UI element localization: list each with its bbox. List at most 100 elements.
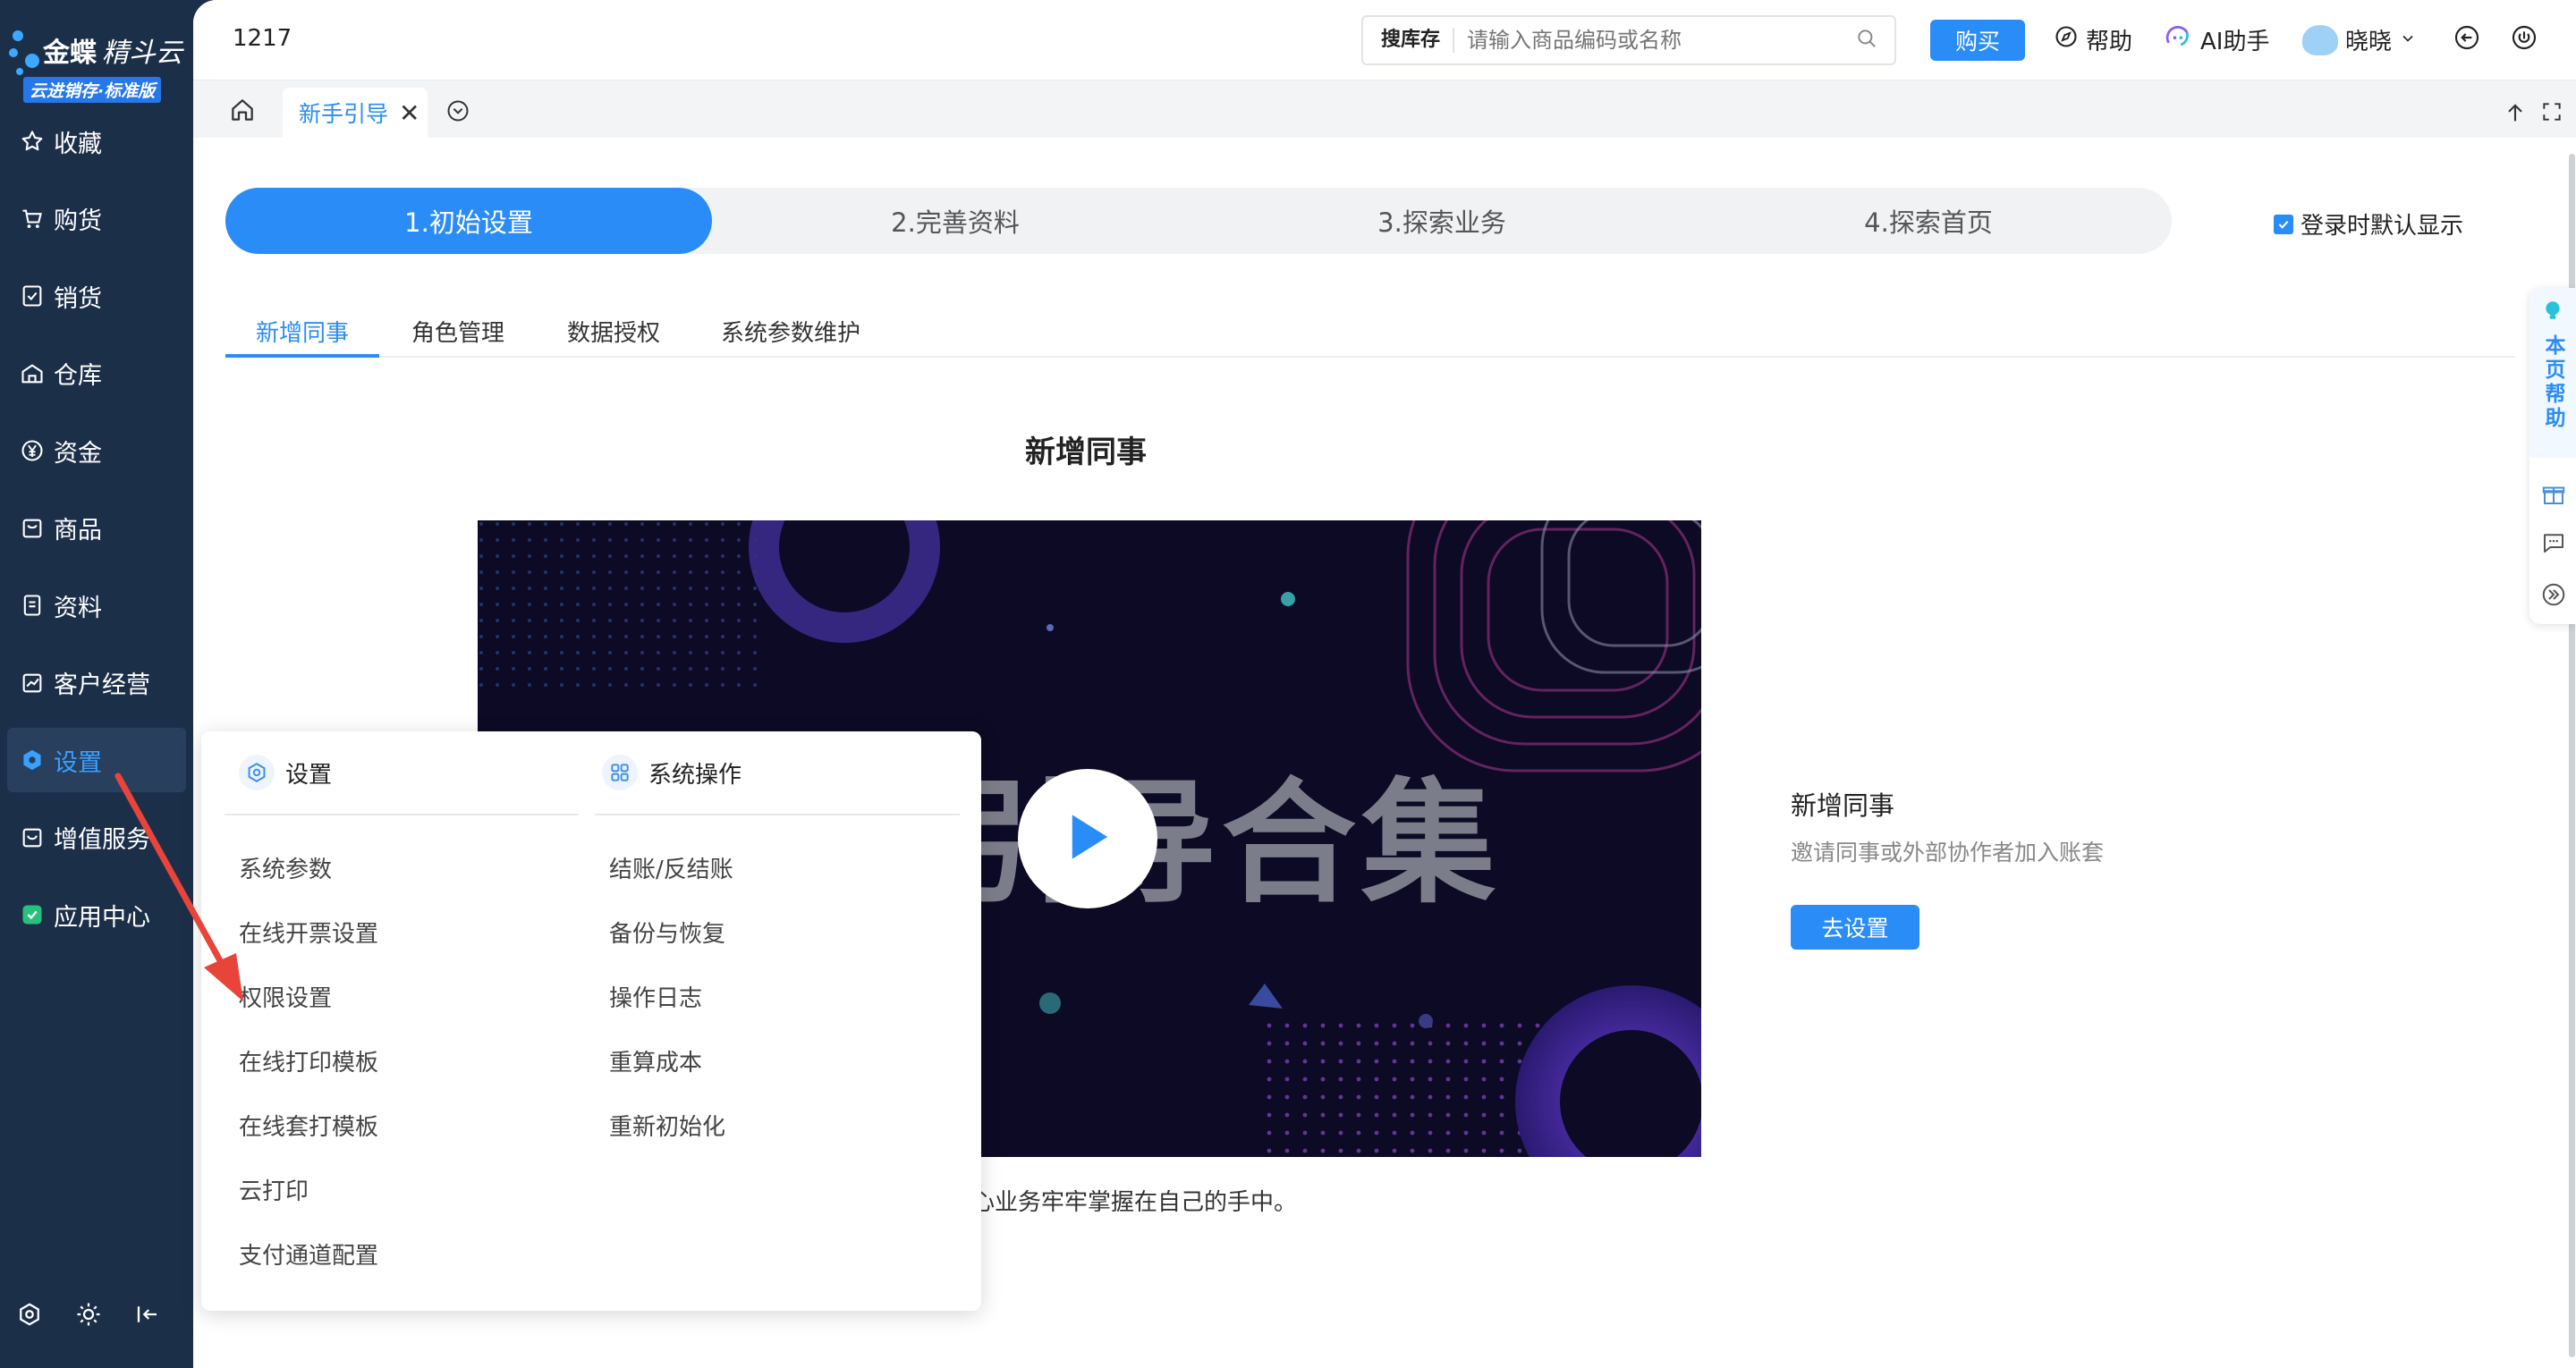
menu-item-cloud-print[interactable]: 云打印: [239, 1173, 309, 1206]
collapse-sidebar-icon[interactable]: [134, 1301, 161, 1331]
menu-item-system-params[interactable]: 系统参数: [239, 851, 332, 884]
menu-item-recalculate-cost[interactable]: 重算成本: [609, 1044, 702, 1077]
fullscreen-icon[interactable]: [2540, 100, 2563, 127]
sidebar-item-label: 资金: [54, 439, 102, 468]
menu-item-payment-channel[interactable]: 支付通道配置: [239, 1237, 378, 1271]
show-on-login-checkbox[interactable]: 登录时默认显示: [2274, 207, 2463, 241]
section-title: 新增同事: [1025, 435, 1147, 470]
play-icon: [1061, 808, 1114, 869]
message-icon[interactable]: [2540, 529, 2567, 560]
menu-item-permission-settings[interactable]: 权限设置: [239, 980, 332, 1013]
edition-badge: 云进销存·标准版: [23, 77, 162, 103]
step-explore-home[interactable]: 4.探索首页: [1685, 188, 2172, 254]
sidebar-item-funds[interactable]: 资金: [7, 418, 186, 483]
lightbulb-icon: [2541, 299, 2564, 325]
step-initial-settings[interactable]: 1.初始设置: [225, 188, 712, 254]
sidebar-item-settings[interactable]: 设置: [7, 728, 186, 792]
step-complete-profile[interactable]: 2.完善资料: [712, 188, 1199, 254]
settings-icon[interactable]: [16, 1301, 43, 1331]
sidebar-item-customer[interactable]: 客户经营: [7, 651, 186, 715]
search-scope-select[interactable]: 搜库存: [1363, 28, 1455, 53]
sidebar-item-sales[interactable]: 销货: [7, 264, 186, 328]
sidebar-nav: 收藏 购货 销货 仓库 资金 商品 资料 客户经营 设置 增值服务 应用中心: [7, 109, 186, 960]
checkbox-label: 登录时默认显示: [2301, 213, 2464, 240]
scroll-top-icon[interactable]: [2503, 100, 2528, 129]
tab-system-params[interactable]: 系统参数维护: [721, 315, 860, 348]
settings-gear-icon: [20, 747, 45, 773]
sidebar-item-purchase[interactable]: 购货: [7, 187, 186, 251]
settings-flyout-menu: 设置 系统操作 系统参数 在线开票设置 权限设置 在线打印模板 在线套打模板 云…: [201, 731, 981, 1311]
play-button[interactable]: [1018, 769, 1157, 908]
menu-item-operation-log[interactable]: 操作日志: [609, 980, 702, 1013]
active-tab-indicator: [225, 354, 379, 358]
home-icon[interactable]: [222, 89, 263, 131]
sidebar-item-label: 购货: [54, 207, 102, 235]
cart-icon: [20, 207, 45, 232]
sidebar-item-label: 商品: [54, 517, 102, 545]
user-menu[interactable]: 晓晓: [2302, 23, 2417, 56]
help-label: 帮助: [2086, 29, 2133, 55]
sidebar-item-warehouse[interactable]: 仓库: [7, 342, 186, 406]
divider: [225, 814, 579, 815]
yuan-icon: [20, 438, 45, 463]
sidebar: 金蝶 精斗云 云进销存·标准版 收藏 购货 销货 仓库 资金 商品 资料 客户经…: [0, 0, 193, 1368]
sidebar-item-label: 收藏: [54, 130, 102, 158]
app-center-icon: [20, 902, 45, 927]
menu-item-print-template[interactable]: 在线打印模板: [239, 1044, 378, 1077]
warehouse-icon: [20, 361, 45, 386]
menu-item-reinitialize[interactable]: 重新初始化: [609, 1109, 725, 1142]
inventory-search: 搜库存: [1361, 15, 1896, 65]
sidebar-item-label: 增值服务: [54, 826, 150, 854]
group-title: 设置: [285, 761, 333, 789]
document-icon: [20, 593, 45, 618]
floating-help-panel: 本页帮助: [2529, 288, 2576, 624]
menu-item-backup-restore[interactable]: 备份与恢复: [609, 916, 725, 949]
gift-icon[interactable]: [2540, 481, 2567, 511]
sidebar-item-value-added[interactable]: 增值服务: [7, 806, 186, 870]
menu-item-overprint-template[interactable]: 在线套打模板: [239, 1109, 378, 1142]
group-title: 系统操作: [648, 761, 742, 789]
search-icon[interactable]: [1855, 27, 1878, 54]
tab-add-colleague[interactable]: 新增同事: [256, 315, 349, 348]
menu-item-closing[interactable]: 结账/反结账: [609, 851, 733, 884]
power-icon[interactable]: [2510, 23, 2538, 52]
trend-chart-icon: [20, 671, 45, 696]
brand-name: 金蝶 精斗云: [43, 38, 182, 69]
step-explore-business[interactable]: 3.探索业务: [1199, 188, 1685, 254]
grid-apps-icon: [602, 755, 638, 790]
sidebar-item-data[interactable]: 资料: [7, 573, 186, 638]
ai-assistant-icon: [2165, 24, 2193, 55]
video-caption: 心业务牢牢掌握在自己的手中。: [971, 1189, 1298, 1216]
compass-icon: [2054, 24, 2079, 55]
account-id[interactable]: 1217: [233, 25, 292, 52]
tab-data-authorization[interactable]: 数据授权: [567, 315, 660, 348]
tab-newbie-guide[interactable]: 新手引导 ✕: [283, 88, 428, 138]
close-icon[interactable]: ✕: [399, 98, 419, 128]
ai-assistant-link[interactable]: AI助手: [2165, 23, 2269, 56]
sidebar-item-label: 设置: [54, 748, 102, 777]
page-help-button[interactable]: 本页帮助: [2529, 288, 2576, 458]
help-link[interactable]: 帮助: [2054, 23, 2132, 56]
settings-hex-icon: [239, 755, 275, 790]
expand-right-icon[interactable]: [2540, 581, 2567, 612]
value-added-icon: [20, 825, 45, 850]
tab-list-dropdown-icon[interactable]: [445, 98, 470, 127]
buy-button[interactable]: 购买: [1930, 20, 2025, 61]
onboarding-steps: 1.初始设置 2.完善资料 3.探索业务 4.探索首页: [225, 188, 2172, 254]
theme-sun-icon[interactable]: [75, 1301, 102, 1331]
checkbox-checked-icon: [2274, 214, 2293, 234]
go-settings-button[interactable]: 去设置: [1791, 905, 1919, 950]
sidebar-item-goods[interactable]: 商品: [7, 496, 186, 561]
user-name: 晓晓: [2345, 29, 2393, 55]
star-icon: [20, 129, 45, 154]
search-input[interactable]: [1454, 28, 1855, 53]
sidebar-item-favorites[interactable]: 收藏: [7, 109, 186, 173]
info-title: 新增同事: [1791, 790, 1895, 821]
back-circle-icon[interactable]: [2453, 23, 2481, 52]
sidebar-item-app-center[interactable]: 应用中心: [7, 882, 186, 947]
menu-item-online-invoice[interactable]: 在线开票设置: [239, 916, 378, 949]
brand-logo[interactable]: 金蝶 精斗云 云进销存·标准版: [9, 25, 188, 106]
tab-role-management[interactable]: 角色管理: [411, 315, 504, 348]
top-bar: 1217 搜库存 购买 帮助 AI助手 晓晓: [193, 0, 2576, 80]
sidebar-item-label: 应用中心: [54, 903, 150, 932]
